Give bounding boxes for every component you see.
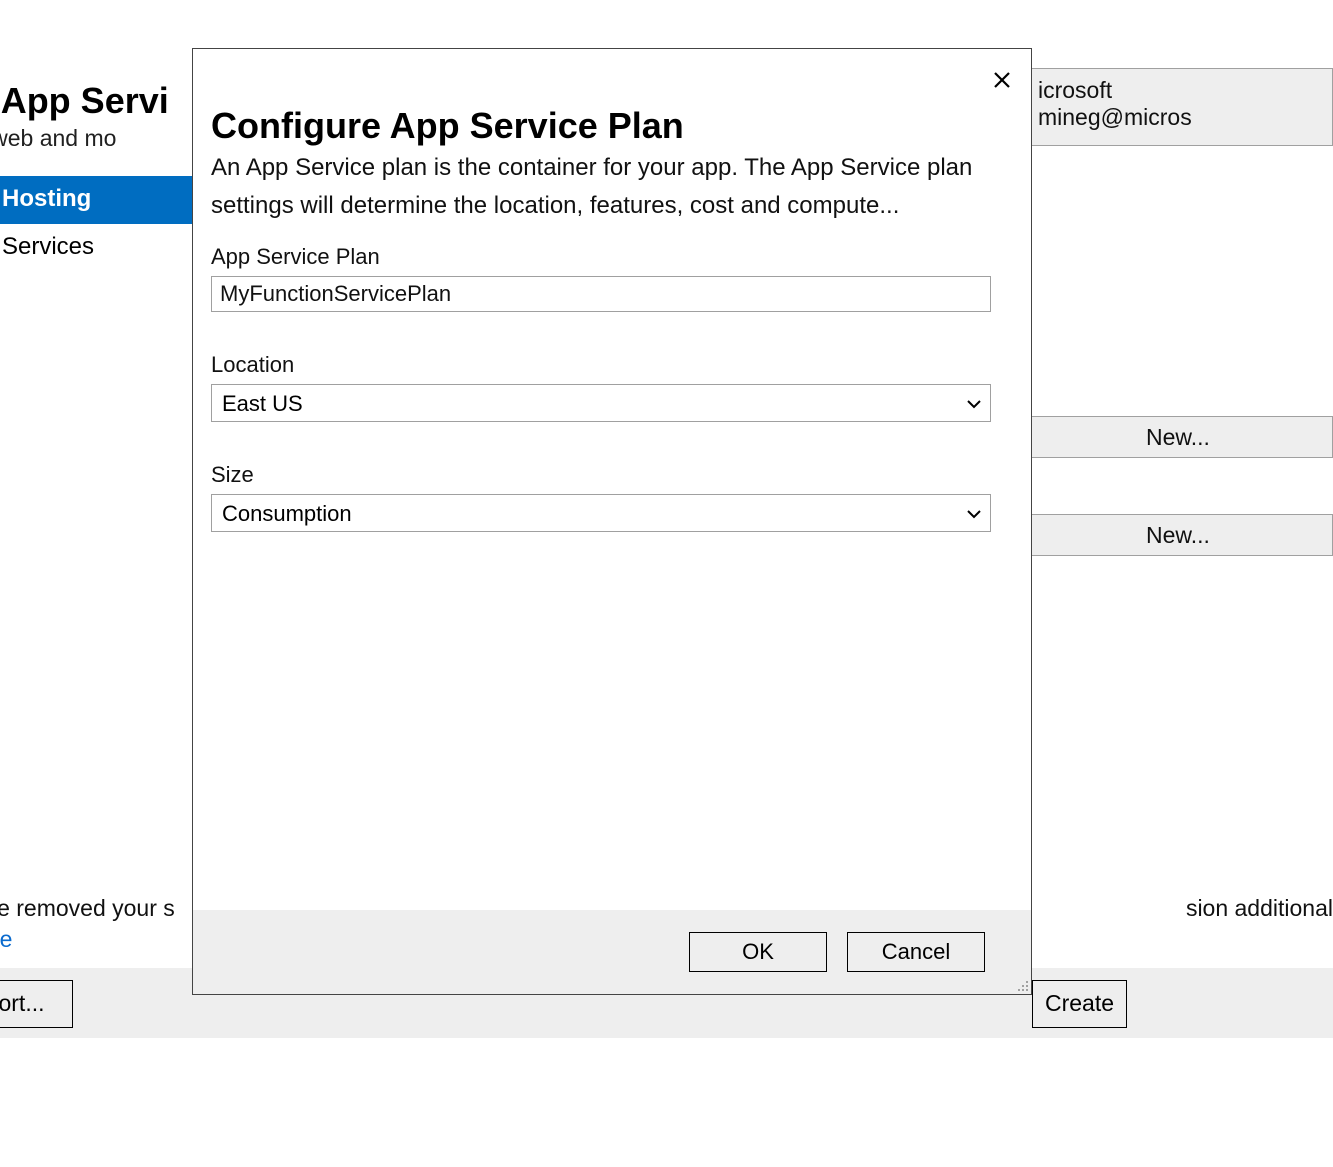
additional-info-text: sion additional [1186, 895, 1333, 922]
location-label: Location [211, 352, 1013, 378]
more-link[interactable]: More [0, 926, 12, 953]
sidebar-item-services[interactable]: Services [0, 224, 192, 272]
ok-button[interactable]: OK [689, 932, 827, 972]
removed-info-text: have removed your s [0, 895, 175, 922]
parent-sidebar: Hosting Services [0, 176, 192, 272]
new-button-label: New... [1146, 522, 1210, 548]
button-label: Create [1045, 990, 1114, 1016]
sidebar-item-label: Services [2, 233, 94, 260]
location-select[interactable]: East US [211, 384, 991, 422]
dialog-footer: OK Cancel [193, 910, 1031, 994]
new-button-1[interactable]: New... [1023, 416, 1333, 458]
resize-grip-icon[interactable] [1013, 976, 1029, 992]
account-identity-box[interactable]: icrosoft mineg@micros [1023, 68, 1333, 146]
dialog-description: An App Service plan is the container for… [211, 149, 1013, 224]
new-button-label: New... [1146, 424, 1210, 450]
account-org: icrosoft [1038, 77, 1318, 104]
configure-app-service-plan-dialog: Configure App Service Plan An App Servic… [192, 48, 1032, 995]
size-select[interactable]: Consumption [211, 494, 991, 532]
account-email: mineg@micros [1038, 104, 1318, 131]
size-label: Size [211, 462, 1013, 488]
close-button[interactable] [993, 71, 1011, 89]
cancel-button[interactable]: Cancel [847, 932, 985, 972]
new-button-2[interactable]: New... [1023, 514, 1333, 556]
app-service-plan-label: App Service Plan [211, 244, 1013, 270]
export-button-partial[interactable]: ort... [0, 980, 73, 1028]
sidebar-item-label: Hosting [2, 185, 91, 212]
parent-window-title: ate App Servi [0, 80, 169, 122]
button-label: ort... [0, 990, 45, 1016]
sidebar-item-hosting[interactable]: Hosting [0, 176, 192, 224]
close-icon [993, 71, 1011, 89]
dialog-title: Configure App Service Plan [211, 105, 1013, 147]
parent-window-subtitle: your web and mo [0, 125, 116, 152]
app-service-plan-input[interactable] [211, 276, 991, 312]
create-button[interactable]: Create [1032, 980, 1127, 1028]
